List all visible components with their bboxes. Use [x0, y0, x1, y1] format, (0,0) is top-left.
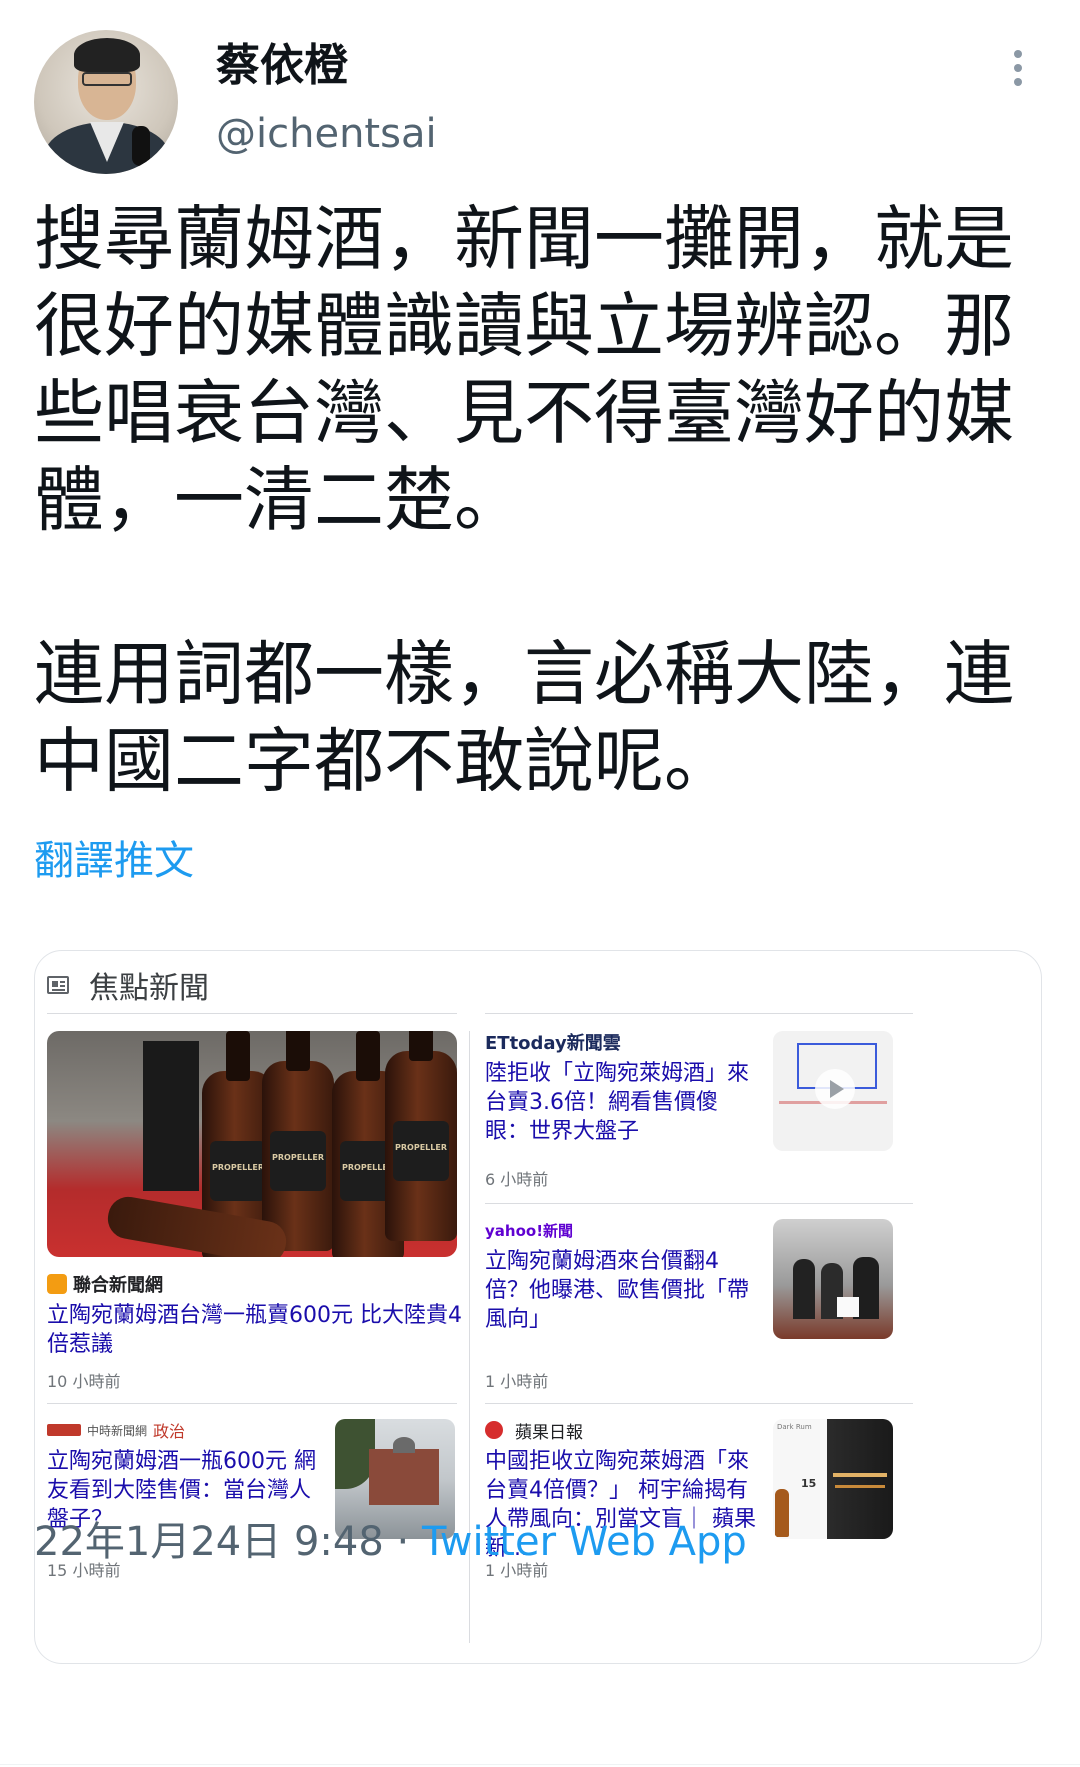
divider [0, 1764, 1080, 1765]
news-source: yahoo!新聞 [485, 1221, 574, 1240]
apple-icon [485, 1421, 503, 1439]
thumb-label: 15 [801, 1477, 817, 1490]
news-item-apple-daily[interactable]: 蘋果日報 中國拒收立陶宛萊姆酒「來台賣4倍價？」 柯宇綸揭有人帶風向：別當文盲｜… [485, 1417, 913, 1597]
chinatimes-logo-icon [47, 1424, 81, 1436]
thumb-label: Dark Rum [777, 1423, 812, 1431]
news-thumbnail-people [773, 1219, 893, 1339]
translate-tweet-link[interactable]: 翻譯推文 [34, 828, 194, 886]
tweet-app-link[interactable]: Twitter Web App [422, 1519, 747, 1565]
news-headline[interactable]: 立陶宛蘭姆酒來台價翻4倍？他曝港、歐售價批「帶風向」 [485, 1247, 760, 1334]
news-thumbnail-rum-bottle: Dark Rum 15 [773, 1419, 893, 1539]
news-item-udn[interactable]: 聯合新聞網 立陶宛蘭姆酒台灣一瓶賣600元 比大陸貴4倍惹議 10 小時前 [35, 951, 469, 1391]
news-item-yahoo[interactable]: yahoo!新聞 立陶宛蘭姆酒來台價翻4倍？他曝港、歐售價批「帶風向」 1 小時… [485, 1217, 913, 1397]
news-time: 10 小時前 [47, 1372, 121, 1391]
news-time: 1 小時前 [485, 1372, 549, 1391]
tweet-meta: 22年1月24日 9:48 · Twitter Web App [34, 1514, 747, 1570]
news-time: 6 小時前 [485, 1170, 549, 1189]
news-source: 蘋果日報 [515, 1422, 583, 1443]
tweet-date[interactable]: 22年1月24日 9:48 [34, 1519, 384, 1565]
news-headline[interactable]: 陸拒收「立陶宛萊姆酒」來台賣3.6倍！網看售價傻眼：世界大盤子 [485, 1059, 760, 1146]
tweet-text: 搜尋蘭姆酒，新聞一攤開，就是很好的媒體識讀與立場辨認。那些唱衰台灣、見不得臺灣好… [34, 198, 1014, 802]
news-source-tag: 政治 [153, 1422, 186, 1441]
news-headline[interactable]: 立陶宛蘭姆酒台灣一瓶賣600元 比大陸貴4倍惹議 [47, 1301, 462, 1359]
news-image-rum-bottles [47, 1031, 457, 1257]
play-icon [815, 1069, 855, 1109]
news-thumbnail-video [773, 1031, 893, 1151]
avatar[interactable] [34, 30, 178, 174]
user-handle[interactable]: @ichentsai [216, 106, 437, 162]
display-name[interactable]: 蔡依橙 [216, 36, 348, 96]
news-source: 中時新聞網 [87, 1423, 148, 1438]
news-item-ettoday[interactable]: ETtoday新聞雲 陸拒收「立陶宛萊姆酒」來台賣3.6倍！網看售價傻眼：世界大… [485, 1029, 913, 1199]
more-vert-icon[interactable] [1008, 50, 1028, 96]
news-item-chinatimes[interactable]: 中時新聞網 政治 立陶宛蘭姆酒一瓶600元 網友看到大陸售價：當台灣人盤子？ 1… [47, 1417, 467, 1597]
news-source: ETtoday新聞雲 [485, 1033, 621, 1054]
meta-separator: · [396, 1519, 410, 1565]
news-source: 聯合新聞網 [73, 1275, 163, 1296]
udn-logo-icon [47, 1274, 67, 1294]
